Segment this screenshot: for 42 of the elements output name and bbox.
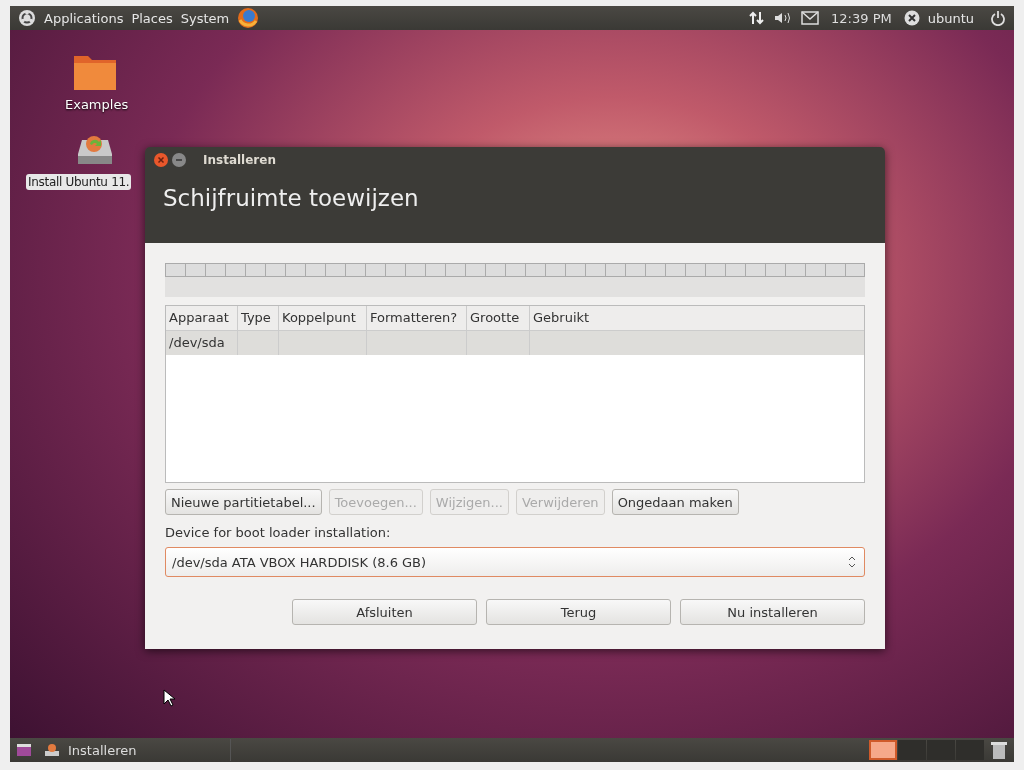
column-header[interactable]: Apparaat [166,306,238,330]
column-header[interactable]: Grootte [467,306,530,330]
desktop-icon-label[interactable]: Install Ubuntu 11. [26,174,132,190]
column-header[interactable]: Formatteren? [367,306,467,330]
taskbar-item[interactable]: Installeren [38,739,231,761]
minimize-icon[interactable] [171,152,187,168]
ubuntu-logo-icon[interactable] [18,9,36,27]
partition-button[interactable]: Nieuwe partitietabel... [165,489,322,515]
power-icon[interactable] [990,10,1006,26]
desktop-icon-label[interactable]: Examples [62,96,132,113]
dialog-button[interactable]: Nu installeren [680,599,865,625]
envelope-icon[interactable] [801,11,820,25]
network-arrows-icon[interactable] [749,10,766,26]
user-menu[interactable]: ubuntu [927,10,974,26]
disk-drive-icon [44,743,60,757]
dialog-button[interactable]: Afsluiten [292,599,477,625]
panel-menu[interactable]: System [180,10,230,26]
boot-device-dropdown[interactable]: /dev/sda ATA VBOX HARDDISK (8.6 GB) [165,547,865,577]
window-title: Installeren [203,153,276,167]
table-row[interactable]: /dev/sda [166,331,864,355]
browser-globe-icon[interactable] [237,7,260,29]
field-label: Device for boot loader installation: [165,525,392,540]
workspace-switcher-cell[interactable] [898,740,926,760]
column-header[interactable]: Type [238,306,279,330]
dialog-button[interactable]: Terug [486,599,671,625]
workspace-switcher-cell[interactable] [869,740,897,760]
panel-menu[interactable]: Applications [44,10,124,26]
workspace-switcher-cell[interactable] [956,740,984,760]
user-status-icon[interactable] [903,10,920,26]
panel-menu[interactable]: Places [131,10,173,26]
column-header[interactable]: Gebruikt [530,306,864,330]
column-header[interactable]: Koppelpunt [279,306,367,330]
partition-button[interactable]: Ongedaan maken [611,489,739,515]
close-icon[interactable] [153,152,169,168]
clock[interactable]: 12:39 PM [831,10,892,26]
workspace-switcher-cell[interactable] [927,740,955,760]
spinner-arrows-icon [848,556,856,568]
mouse-cursor-icon [163,689,175,707]
page-heading: Schijfruimte toewijzen [162,184,420,213]
table-cell: /dev/sda [166,331,238,355]
trash-icon[interactable] [990,740,1008,760]
show-desktop-icon[interactable] [16,743,32,757]
